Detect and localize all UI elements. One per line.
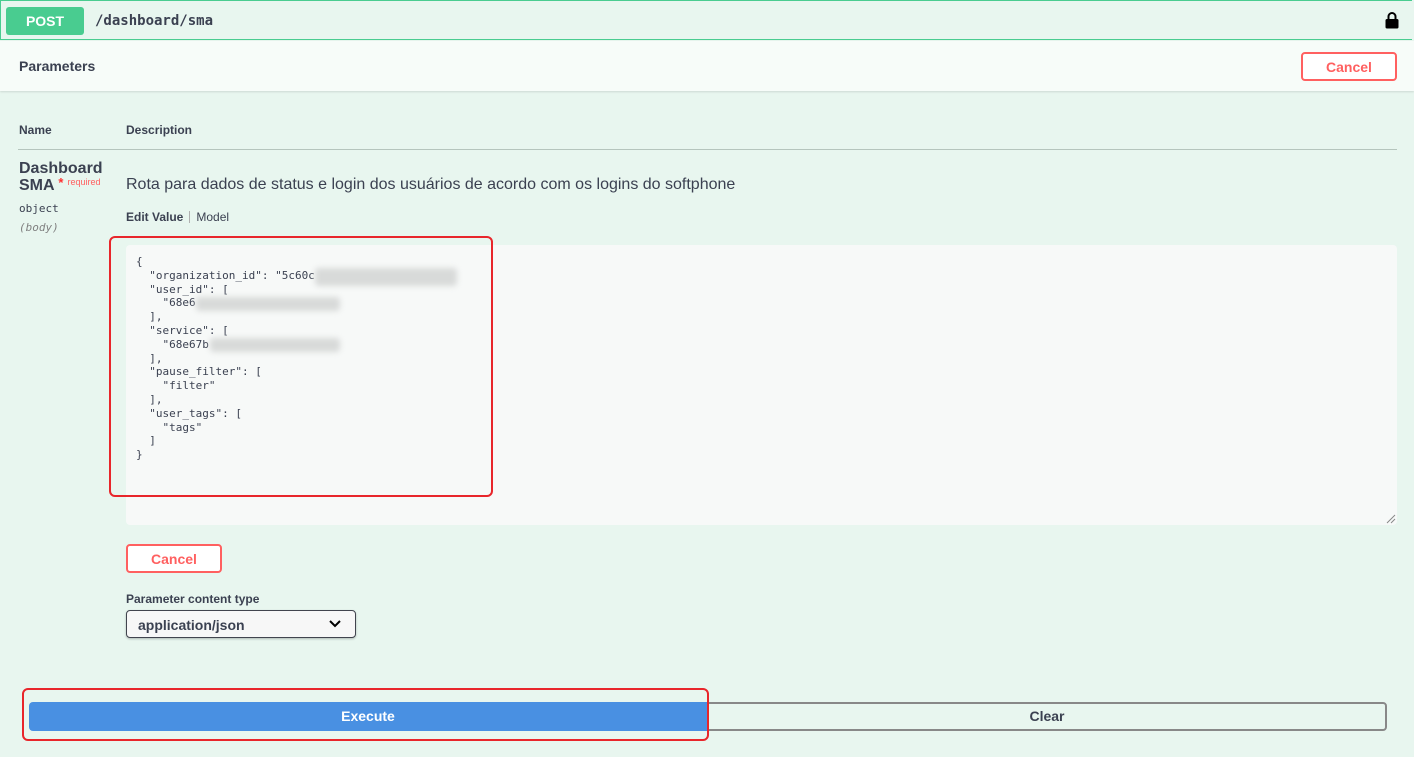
content-type-label: Parameter content type [126, 592, 260, 606]
parameter-name: Dashboard SMA * required [19, 160, 103, 196]
parameters-title: Parameters [19, 58, 96, 74]
parameters-header: Parameters [0, 41, 1414, 91]
tab-model[interactable]: Model [196, 210, 229, 224]
annotation-box-execute [22, 688, 709, 741]
endpoint-path: /dashboard/sma [95, 13, 214, 29]
chevron-down-icon [329, 620, 341, 628]
annotation-box-body [109, 236, 493, 497]
parameter-type: object [19, 202, 59, 215]
required-label: required [67, 177, 101, 187]
opblock-summary[interactable]: POST /dashboard/sma [0, 0, 1412, 40]
table-divider [18, 149, 1397, 150]
parameter-name-line2: SMA [19, 177, 54, 194]
parameter-description: Rota para dados de status e login dos us… [126, 176, 736, 193]
tab-separator [189, 211, 191, 223]
clear-button[interactable]: Clear [707, 702, 1387, 731]
body-tabs: Edit Value Model [126, 210, 229, 224]
resize-handle-icon[interactable] [1386, 514, 1396, 524]
body-cancel-button[interactable]: Cancel [126, 544, 222, 573]
parameter-location: (body) [19, 221, 59, 234]
column-header-description: Description [126, 123, 193, 137]
lock-icon[interactable] [1385, 11, 1399, 29]
try-out-cancel-button[interactable]: Cancel [1301, 52, 1397, 81]
column-header-name: Name [19, 123, 52, 137]
content-type-select[interactable]: application/json [126, 610, 356, 638]
required-star: * [58, 175, 64, 190]
content-type-value: application/json [138, 617, 245, 633]
method-badge: POST [6, 7, 84, 35]
tab-edit-value[interactable]: Edit Value [126, 210, 183, 224]
